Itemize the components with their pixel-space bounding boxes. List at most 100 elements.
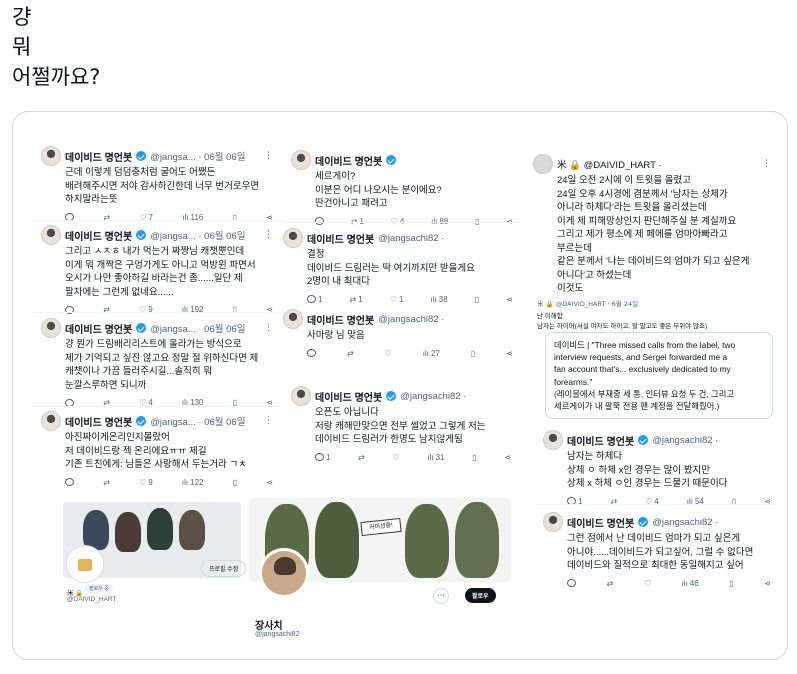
tweet-b3[interactable]: 데이비드 명언봇 @jangsachi82 · 사마랑 님 맞음 ⇄ ♡ ılı…: [283, 309, 513, 358]
quoted-text-box: 데이비드 | "Three missed calls from the labe…: [545, 332, 773, 420]
reply-button[interactable]: 1: [315, 453, 330, 462]
tweet-text: 걍 뭔가 드림배리리스트에 올라가는 방식으로 제가 기억되고 싶진 않고요 정…: [65, 339, 259, 391]
like-count: 4: [399, 216, 405, 226]
tweet-handle: @jangsa... · 06월 06일: [150, 152, 246, 163]
retweet-count: 1: [359, 216, 364, 226]
tweet-d2[interactable]: 米 🔒 @DAIVID_HART · 6월 24일 난 이해함 남자는 하이머(…: [537, 298, 773, 420]
verified-badge-icon: [136, 151, 147, 161]
verified-badge-icon: [638, 435, 649, 445]
tweet-c1[interactable]: 데이비드 명언봇 @jangsachi82 · 오픈도 아닙니다 저랑 캐해만맞…: [291, 386, 511, 462]
views-button[interactable]: ılı 38: [431, 295, 448, 304]
following-badge: 팔로우 중: [85, 584, 113, 593]
reply-icon[interactable]: [315, 217, 324, 226]
tweet-author-name: 데이비드 명언봇: [65, 324, 133, 336]
avatar: [41, 411, 61, 431]
like-button[interactable]: ♡ 1: [390, 295, 404, 304]
tweet-a1[interactable]: 데이비드 명언봇 @jangsa... · 06월 06일 ⋮ 근데 이렇게 덤…: [41, 146, 273, 222]
tweet-author-name: 데이비드 명언봇: [567, 518, 635, 530]
tweet-author-name: 데이비드 명언봇: [65, 417, 133, 429]
views-button[interactable]: ılı 122: [182, 478, 204, 487]
share-icon[interactable]: ⋖: [504, 453, 511, 462]
tweet-handle: @jangsachi82 ·: [400, 390, 467, 402]
bookmark-icon[interactable]: ▯: [475, 295, 479, 304]
like-count: 9: [148, 477, 153, 487]
tweet-a3[interactable]: 데이비드 명언봇 @jangsa... · 06월 06일 ⋮ 걍 뭔가 드림배…: [41, 318, 273, 407]
tweet-text: 근데 이렇게 덤덤충처럼 굴어도 어쨌든 배려해주시면 저야 감사하긴한데 너무…: [65, 167, 260, 205]
avatar: [291, 150, 311, 170]
more-icon[interactable]: ⋮: [264, 230, 273, 240]
retweet-button[interactable]: ⇄ 1: [351, 217, 364, 226]
tweet-d1[interactable]: 米 🔒 @DAIVID_HART · ⋮ 24일 오전 2시에 이 트윗을 올렸…: [533, 154, 771, 296]
avatar: [41, 318, 61, 338]
more-icon[interactable]: ⋮: [264, 323, 273, 333]
tweet-text: 그런 점에서 난 데이비드 엄마가 되고 싶은게 아니야......데이비드가 …: [567, 533, 754, 571]
retweet-button[interactable]: ⇄ 1: [350, 295, 363, 304]
retweet-icon[interactable]: ⇄: [103, 478, 110, 487]
view-count: 46: [689, 578, 699, 588]
bookmark-icon[interactable]: ▯: [729, 579, 733, 588]
like-button[interactable]: ♡ 4: [391, 217, 405, 226]
profile-handle-left: @DAIVID_HART: [67, 596, 117, 603]
post-line-3: 어쩔까요?: [12, 65, 101, 89]
view-count: 122: [190, 477, 204, 487]
reply-button[interactable]: 1: [307, 295, 322, 304]
views-button[interactable]: ılı 88: [431, 217, 448, 226]
view-count: 31: [435, 452, 445, 462]
view-count: 88: [439, 216, 449, 226]
verified-badge-icon: [638, 517, 649, 527]
avatar: [67, 546, 103, 582]
reply-icon[interactable]: [567, 579, 576, 588]
tweet-d4[interactable]: 데이비드 명언봇 @jangsachi82 · 그런 점에서 난 데이비드 엄마…: [543, 512, 771, 588]
retweet-icon[interactable]: ⇄: [607, 579, 614, 588]
like-icon[interactable]: ♡: [393, 453, 400, 462]
tweet-a4[interactable]: 데이비드 명언봇 @jangsa... · 06월 06일 ⋮ 아진짜이게온리인…: [41, 411, 273, 487]
retweet-icon[interactable]: ⇄: [347, 349, 354, 358]
like-icon[interactable]: ♡: [644, 579, 651, 588]
profile-name-right: 장사치: [255, 621, 283, 632]
share-icon[interactable]: ⋖: [506, 349, 513, 358]
edit-profile-button[interactable]: 프로필 수정: [201, 560, 247, 577]
retweet-icon[interactable]: ⇄: [358, 453, 365, 462]
more-options-icon[interactable]: ···: [433, 588, 449, 604]
views-button[interactable]: ılı 46: [682, 579, 699, 588]
character-illustration: [315, 502, 359, 578]
views-button[interactable]: ılı 27: [423, 349, 440, 358]
banner-sign: 커미션중!: [360, 517, 402, 537]
tweet-text: 아진짜이게온리인지몰랐어 저 데이비드랑 젝 온리에요ㅠㅠ 제길 기존 트친에게…: [65, 432, 247, 470]
tweet-a2[interactable]: 데이비드 명언봇 @jangsa... · 06월 06일 ⋮ 그리고 ㅅㅈㅎ …: [41, 225, 273, 314]
screenshot-collage: 데이비드 명언봇 @jangsa... · 06월 06일 ⋮ 근데 이렇게 덤…: [13, 112, 787, 659]
tweet-b1[interactable]: 데이비드 명언봇 세르게이? 이분은 어디 나오시는 분이에요? 딴건아니고 패…: [291, 150, 513, 226]
tweet-text: 그리고 ㅅㅈㅎ 내가 먹는거 짜짱님 캐챗뿐인데 이게 뭐 개짝은 구엉가게도 …: [65, 246, 256, 298]
like-icon[interactable]: ♡: [385, 349, 392, 358]
tweet-line-1: 난 이해함: [537, 313, 563, 320]
character-illustration: [83, 510, 109, 550]
tweet-d3[interactable]: 데이비드 명언봇 @jangsachi82 · 남자는 하체다 상체 ㅇ 하체 …: [543, 430, 771, 506]
bookmark-icon[interactable]: ▯: [472, 453, 476, 462]
views-button[interactable]: ılı 31: [427, 453, 444, 462]
tweet-author-name: 데이비드 명언봇: [65, 152, 133, 164]
bookmark-icon[interactable]: ▯: [475, 217, 479, 226]
character-illustration: [179, 510, 205, 550]
bookmark-icon[interactable]: ▯: [233, 478, 237, 487]
more-icon[interactable]: ⋮: [264, 151, 273, 161]
share-icon[interactable]: ⋖: [266, 478, 273, 487]
more-icon[interactable]: ⋮: [762, 159, 771, 169]
like-button[interactable]: ♡ 9: [139, 478, 153, 487]
attached-image[interactable]: 데이비드 명언봇 @jangsa... · 06월 06일 ⋮ 근데 이렇게 덤…: [12, 111, 788, 660]
reply-icon[interactable]: [65, 478, 74, 487]
tweet-handle: @jangsa... · 06월 06일: [150, 417, 246, 428]
follow-button[interactable]: 팔로우: [465, 588, 496, 603]
tweet-author-name: 데이비드 명언봇: [315, 156, 383, 168]
reply-icon[interactable]: [307, 349, 316, 358]
verified-badge-icon: [136, 416, 147, 426]
share-icon[interactable]: ⋖: [506, 217, 513, 226]
tweet-b2[interactable]: 데이비드 명언봇 @jangsachi82 · 결정 데이비드 드림러는 딱 여…: [283, 228, 513, 304]
share-icon[interactable]: ⋖: [764, 579, 771, 588]
share-icon[interactable]: ⋖: [506, 295, 513, 304]
tweet-handle: @jangsachi82 ·: [378, 232, 445, 244]
avatar: [41, 146, 61, 166]
tweet-author-name: 데이비드 명언봇: [65, 231, 133, 243]
bookmark-icon[interactable]: ▯: [471, 349, 475, 358]
avatar: [291, 386, 311, 406]
more-icon[interactable]: ⋮: [264, 416, 273, 426]
